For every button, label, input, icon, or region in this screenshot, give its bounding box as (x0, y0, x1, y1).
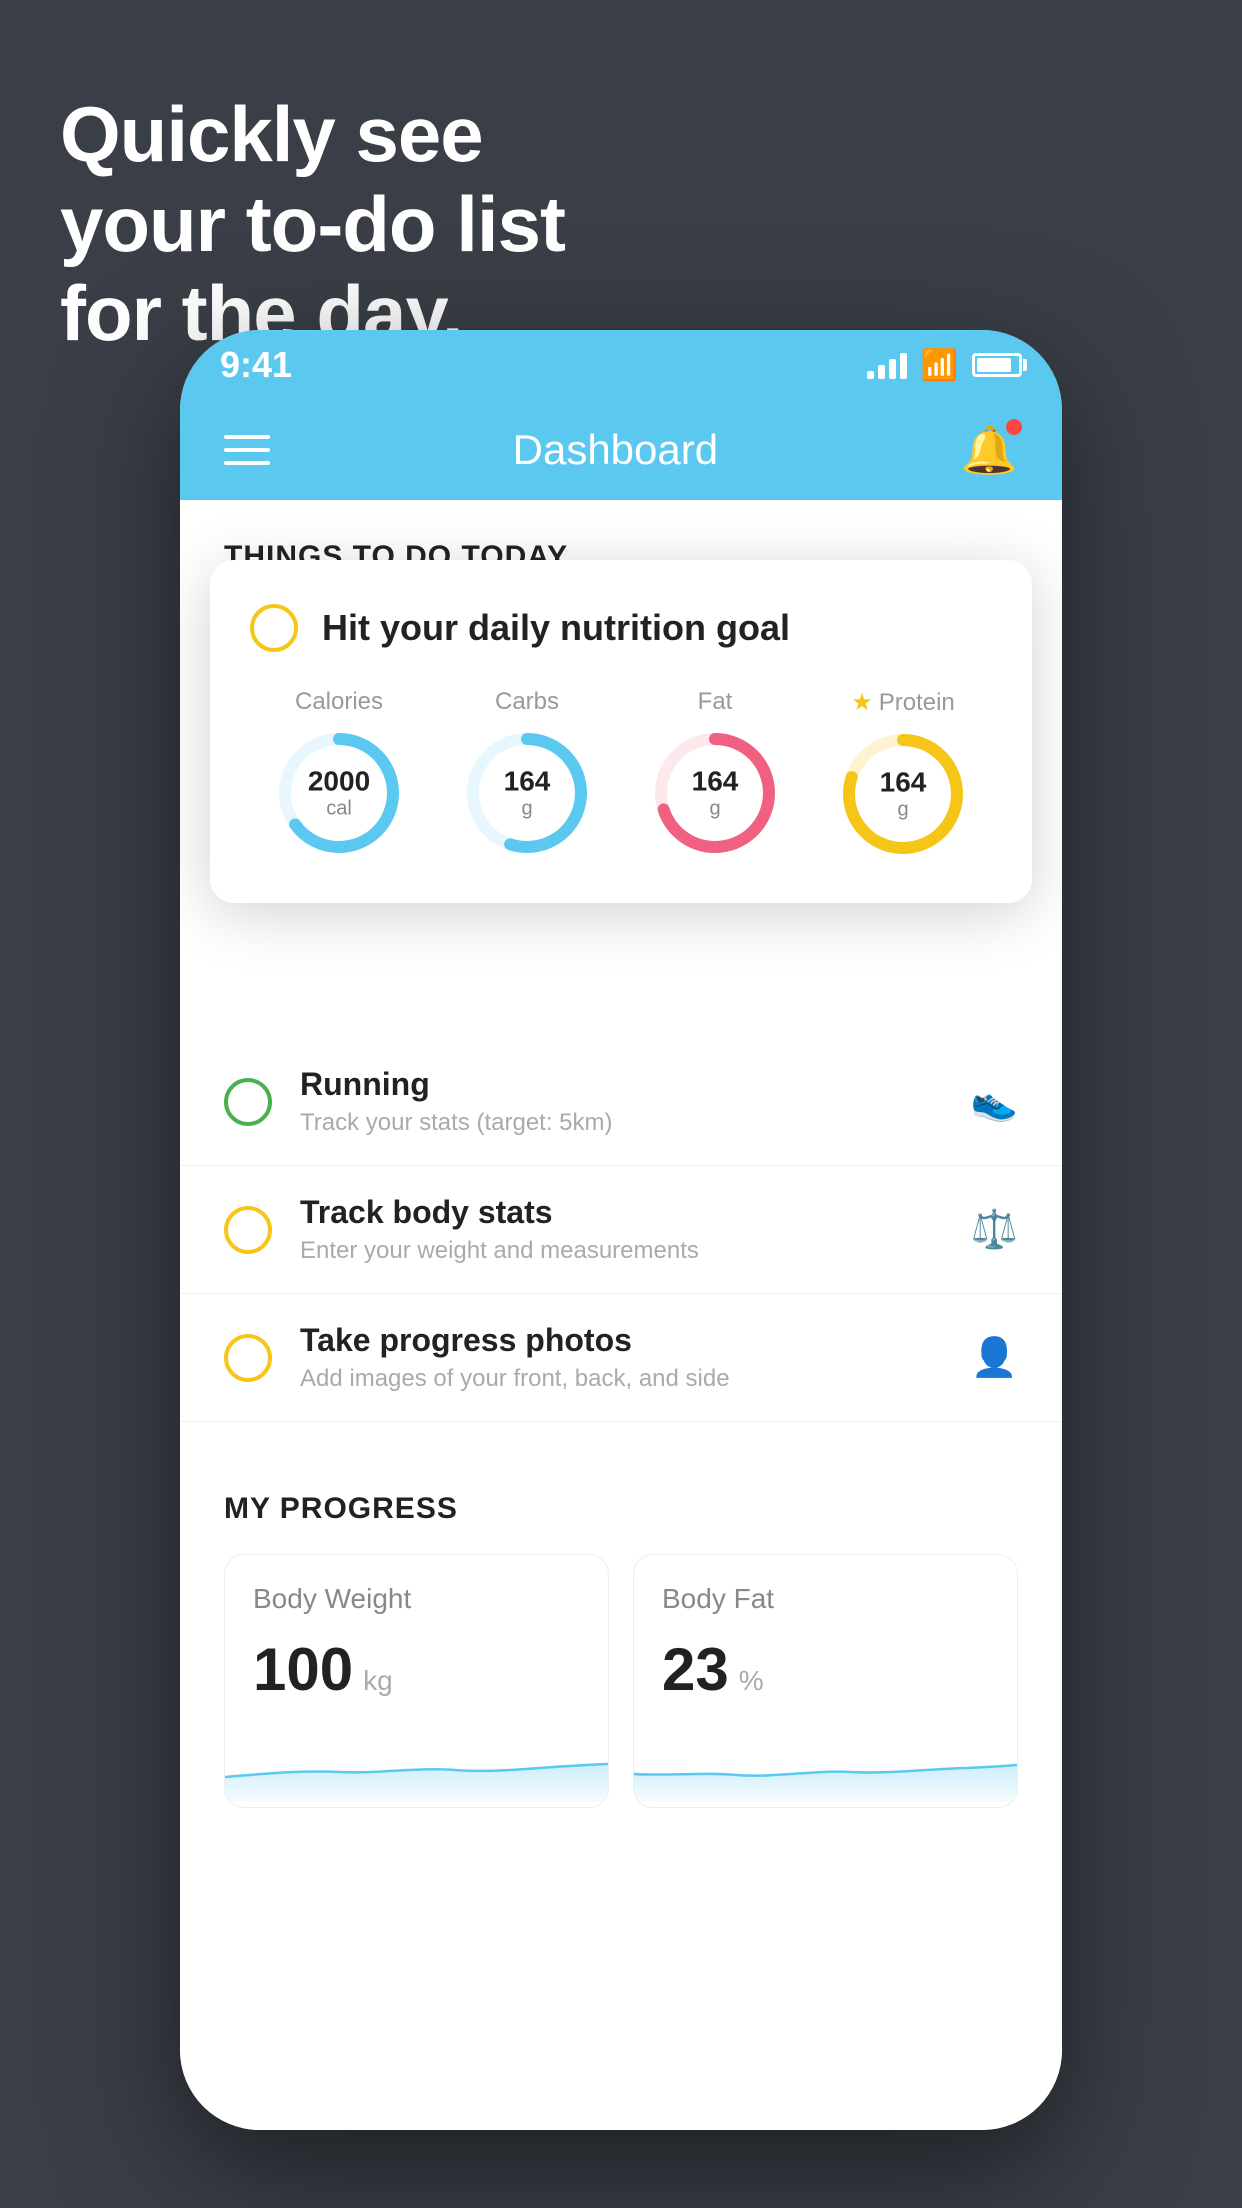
app-content: THINGS TO DO TODAY Hit your daily nutrit… (180, 500, 1062, 2130)
todo-title-running: Running (300, 1066, 943, 1103)
body-weight-card[interactable]: Body Weight 100 kg (224, 1554, 609, 1808)
status-bar: 9:41 📶 (180, 330, 1062, 400)
fat-value: 164 (692, 767, 739, 798)
protein-label: ★ Protein (851, 688, 955, 717)
body-weight-unit: kg (363, 1665, 393, 1697)
nutrition-protein: ★ Protein 164 g (838, 688, 968, 859)
fat-label: Fat (698, 688, 733, 716)
todo-subtitle-photos: Add images of your front, back, and side (300, 1365, 943, 1393)
todo-circle-photos (224, 1334, 272, 1382)
todo-title-body-stats: Track body stats (300, 1194, 943, 1231)
battery-icon (972, 353, 1022, 377)
nutrition-card: Hit your daily nutrition goal Calories 2… (210, 560, 1032, 903)
todo-list: Running Track your stats (target: 5km) 👟… (180, 1038, 1062, 1422)
header-title: Dashboard (513, 426, 718, 474)
status-time: 9:41 (220, 344, 292, 386)
fat-ring: 164 g (650, 728, 780, 858)
todo-text-photos: Take progress photos Add images of your … (300, 1322, 943, 1393)
progress-section: MY PROGRESS Body Weight 100 kg (180, 1452, 1062, 1808)
nutrition-row: Calories 2000 cal Carbs (250, 688, 992, 859)
todo-title-photos: Take progress photos (300, 1322, 943, 1359)
headline: Quickly see your to-do list for the day. (60, 90, 565, 359)
nutrition-fat: Fat 164 g (650, 688, 780, 858)
notification-dot (1006, 419, 1022, 435)
body-fat-card[interactable]: Body Fat 23 % (633, 1554, 1018, 1808)
body-fat-title: Body Fat (662, 1583, 989, 1615)
body-fat-chart (634, 1732, 1017, 1802)
menu-button[interactable] (224, 435, 270, 465)
carbs-value: 164 (504, 767, 551, 798)
card-circle-indicator (250, 604, 298, 652)
body-weight-value: 100 (253, 1635, 353, 1704)
todo-item-running[interactable]: Running Track your stats (target: 5km) 👟 (180, 1038, 1062, 1166)
carbs-label: Carbs (495, 688, 559, 716)
carbs-ring: 164 g (462, 728, 592, 858)
signal-icon (867, 351, 907, 379)
nutrition-carbs: Carbs 164 g (462, 688, 592, 858)
progress-header: MY PROGRESS (224, 1492, 1018, 1526)
todo-subtitle-body-stats: Enter your weight and measurements (300, 1237, 943, 1265)
calories-value: 2000 (308, 767, 370, 798)
todo-text-body-stats: Track body stats Enter your weight and m… (300, 1194, 943, 1265)
status-icons: 📶 (867, 348, 1022, 383)
running-icon: 👟 (971, 1080, 1018, 1124)
phone-shell: 9:41 📶 Dashboard 🔔 THINGS TO DO TOD (180, 330, 1062, 2130)
todo-circle-body-stats (224, 1206, 272, 1254)
scale-icon: ⚖️ (971, 1208, 1018, 1252)
calories-ring: 2000 cal (274, 728, 404, 858)
person-icon: 👤 (971, 1336, 1018, 1380)
body-weight-chart (225, 1732, 608, 1802)
body-fat-unit: % (739, 1665, 764, 1697)
calories-label: Calories (295, 688, 383, 716)
body-fat-value: 23 (662, 1635, 729, 1704)
todo-circle-running (224, 1078, 272, 1126)
notification-button[interactable]: 🔔 (961, 423, 1018, 478)
protein-star-icon: ★ (851, 688, 873, 717)
body-weight-title: Body Weight (253, 1583, 580, 1615)
nutrition-card-title: Hit your daily nutrition goal (322, 607, 790, 649)
app-header: Dashboard 🔔 (180, 400, 1062, 500)
nutrition-calories: Calories 2000 cal (274, 688, 404, 858)
todo-text-running: Running Track your stats (target: 5km) (300, 1066, 943, 1137)
progress-cards: Body Weight 100 kg (224, 1554, 1018, 1808)
todo-subtitle-running: Track your stats (target: 5km) (300, 1109, 943, 1137)
todo-item-body-stats[interactable]: Track body stats Enter your weight and m… (180, 1166, 1062, 1294)
protein-value: 164 (880, 768, 927, 799)
protein-ring: 164 g (838, 729, 968, 859)
todo-item-photos[interactable]: Take progress photos Add images of your … (180, 1294, 1062, 1422)
wifi-icon: 📶 (921, 348, 958, 383)
